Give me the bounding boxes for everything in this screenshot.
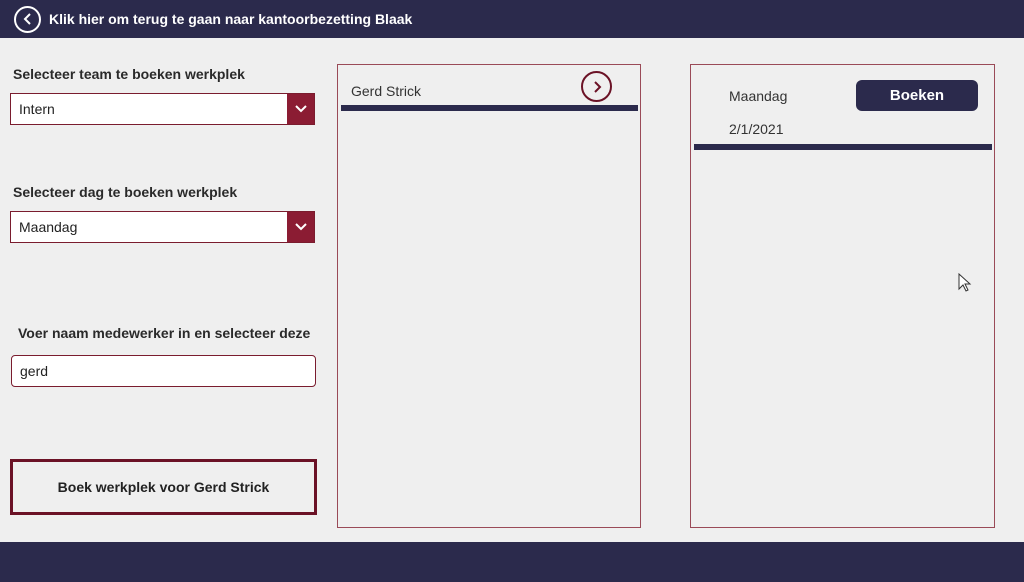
employee-name-input[interactable] [11,355,316,387]
mouse-cursor-icon [958,272,972,298]
book-workplace-button[interactable]: Boek werkplek voor Gerd Strick [10,459,317,515]
chevron-down-icon[interactable] [287,212,314,242]
day-dropdown[interactable]: Maandag [10,211,315,243]
booking-panel: Maandag 2/1/2021 Boeken [690,64,995,528]
day-label: Selecteer dag te boeken werkplek [13,184,238,200]
day-dropdown-value: Maandag [19,219,78,235]
team-dropdown[interactable]: Intern [10,93,315,125]
row-separator [694,144,992,150]
employee-name-label: Voer naam medewerker in en selecteer dez… [18,325,311,341]
team-dropdown-value: Intern [19,101,55,117]
header-title: Klik hier om terug te gaan naar kantoorb… [49,11,413,27]
footer-bar [0,542,1024,582]
booking-day: Maandag [729,88,788,104]
booking-date: 2/1/2021 [729,121,784,137]
row-separator [341,105,638,111]
boeken-button[interactable]: Boeken [856,80,978,111]
employee-name: Gerd Strick [351,83,422,99]
chevron-right-icon[interactable] [581,71,612,102]
employee-list-panel: Gerd Strick [337,64,641,528]
chevron-down-icon[interactable] [287,94,314,124]
back-arrow-icon[interactable] [14,5,41,33]
back-header-link[interactable]: Klik hier om terug te gaan naar kantoorb… [0,0,1024,38]
team-label: Selecteer team te boeken werkplek [13,66,245,82]
